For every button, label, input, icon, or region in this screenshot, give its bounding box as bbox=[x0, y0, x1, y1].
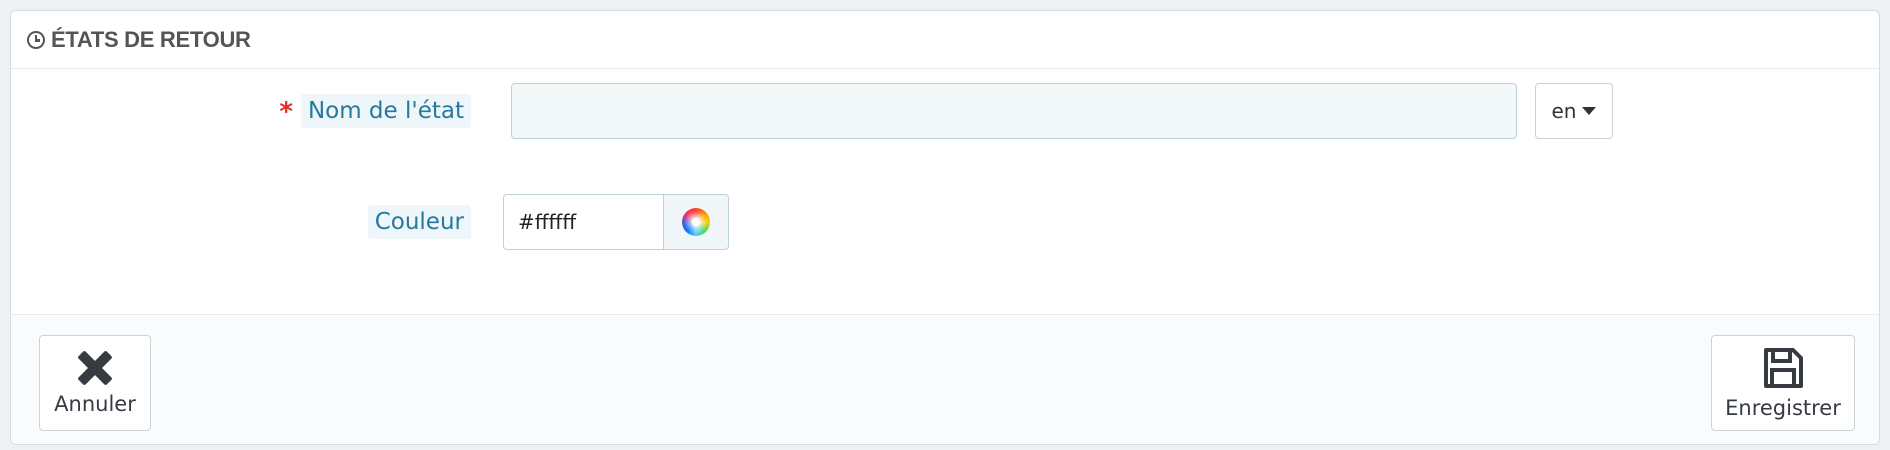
state-name-label-wrap: * Nom de l'état bbox=[279, 83, 471, 139]
color-hex-input[interactable] bbox=[503, 194, 663, 250]
cancel-button-label: Annuler bbox=[54, 392, 136, 416]
state-name-label: Nom de l'état bbox=[300, 94, 471, 128]
return-states-panel: ÉTATS DE RETOUR * Nom de l'état en Coule… bbox=[10, 10, 1880, 445]
save-button[interactable]: Enregistrer bbox=[1711, 335, 1855, 431]
save-button-label: Enregistrer bbox=[1725, 396, 1841, 420]
state-name-input[interactable] bbox=[511, 83, 1517, 139]
close-icon bbox=[77, 350, 113, 386]
color-picker-button[interactable] bbox=[663, 194, 729, 250]
caret-down-icon bbox=[1582, 107, 1597, 115]
panel-footer: Annuler Enregistrer bbox=[11, 314, 1879, 444]
required-marker: * bbox=[279, 97, 293, 127]
color-input-group bbox=[503, 194, 729, 250]
floppy-disk-icon bbox=[1764, 348, 1803, 388]
panel-title: ÉTATS DE RETOUR bbox=[51, 26, 251, 52]
panel-heading: ÉTATS DE RETOUR bbox=[11, 11, 1879, 69]
cancel-button[interactable]: Annuler bbox=[39, 335, 151, 431]
clock-icon bbox=[27, 30, 45, 49]
color-label-wrap: Couleur bbox=[367, 194, 471, 250]
color-wheel-icon bbox=[682, 208, 710, 236]
language-label: en bbox=[1551, 99, 1577, 123]
color-row: Couleur bbox=[11, 194, 1879, 250]
state-name-row: * Nom de l'état en bbox=[11, 83, 1879, 139]
color-label: Couleur bbox=[367, 205, 471, 239]
language-dropdown[interactable]: en bbox=[1535, 83, 1613, 139]
